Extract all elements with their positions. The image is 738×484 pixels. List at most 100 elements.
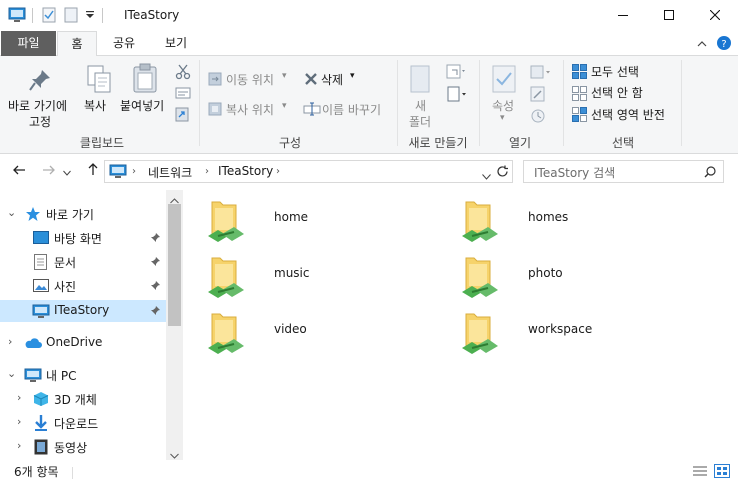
close-button[interactable] — [692, 0, 738, 31]
new-folder-quick-icon[interactable] — [64, 7, 78, 26]
folder-item[interactable]: homes — [458, 196, 688, 246]
tab-home[interactable]: 홈 — [57, 31, 97, 57]
folder-name: workspace — [528, 322, 593, 336]
properties-icon[interactable] — [492, 65, 516, 96]
tree-documents[interactable]: 문서 — [0, 251, 166, 273]
refresh-icon[interactable] — [496, 165, 509, 181]
select-none-icon[interactable] — [572, 86, 587, 104]
customize-quick-access-icon[interactable] — [85, 9, 95, 23]
select-all-icon[interactable] — [572, 64, 587, 82]
folder-name: photo — [528, 266, 563, 280]
delete-button[interactable]: 삭제 — [321, 71, 343, 88]
tree-label: 내 PC — [46, 369, 77, 383]
up-button[interactable] — [82, 161, 104, 181]
tree-onedrive[interactable]: › OneDrive — [0, 332, 166, 354]
folder-item[interactable]: photo — [458, 252, 688, 302]
chevron-right-icon[interactable]: › — [17, 415, 21, 428]
breadcrumb-network[interactable]: 네트워크 — [148, 164, 192, 181]
copy-to-button[interactable]: 복사 위치 — [226, 101, 274, 118]
copy-to-dropdown-icon[interactable]: ▾ — [282, 101, 287, 111]
new-folder-icon[interactable] — [409, 64, 433, 97]
pictures-icon — [33, 279, 49, 295]
tree-label: OneDrive — [46, 335, 103, 349]
properties-dropdown-icon[interactable]: ▾ — [500, 113, 505, 123]
minimize-button[interactable] — [600, 0, 646, 31]
breadcrumb-current[interactable]: ITeaStory — [218, 164, 273, 178]
folder-item[interactable]: home — [204, 196, 434, 246]
move-to-button[interactable]: 이동 위치 — [226, 71, 274, 88]
details-view-icon[interactable] — [692, 465, 708, 481]
move-to-dropdown-icon[interactable]: ▾ — [282, 71, 287, 81]
paste-shortcut-icon[interactable] — [175, 106, 189, 125]
back-button[interactable] — [8, 161, 30, 181]
new-group-label: 새로 만들기 — [408, 136, 468, 150]
folder-item[interactable]: workspace — [458, 308, 688, 358]
chevron-down-icon[interactable]: ⌄ — [7, 206, 16, 219]
copy-button[interactable]: 복사 — [84, 97, 106, 114]
new-item-icon[interactable] — [446, 64, 468, 83]
select-all-button[interactable]: 모두 선택 — [591, 63, 639, 80]
delete-icon[interactable] — [304, 72, 318, 89]
tree-iteastory[interactable]: ITeaStory — [0, 300, 166, 322]
large-icons-view-icon[interactable] — [714, 464, 730, 481]
tree-pictures[interactable]: 사진 — [0, 275, 166, 297]
address-bar[interactable]: › 네트워크 › ITeaStory › — [104, 160, 513, 183]
open-icon[interactable] — [530, 64, 552, 83]
chevron-right-icon[interactable]: › — [17, 439, 21, 452]
collapse-ribbon-icon[interactable] — [697, 37, 707, 51]
easy-access-icon[interactable] — [446, 86, 468, 105]
select-none-button[interactable]: 선택 안 함 — [591, 84, 643, 101]
copy-path-icon[interactable] — [175, 86, 191, 103]
chevron-right-icon[interactable]: › — [8, 335, 12, 348]
tab-file[interactable]: 파일 — [1, 31, 56, 56]
rename-button[interactable]: 이름 바꾸기 — [322, 101, 381, 118]
tab-view[interactable]: 보기 — [152, 31, 200, 56]
chevron-down-icon[interactable]: ⌄ — [7, 367, 16, 380]
forward-button[interactable] — [38, 161, 60, 181]
tree-this-pc[interactable]: ⌄ 내 PC — [0, 364, 166, 386]
paste-button[interactable]: 붙여넣기 — [120, 97, 164, 114]
folder-item[interactable]: music — [204, 252, 434, 302]
tree-quick-access[interactable]: ⌄ 바로 가기 — [0, 203, 166, 225]
desktop-icon — [33, 231, 49, 248]
pin-quick-access-button[interactable]: 바로 가기에 — [8, 97, 67, 114]
pin-icon[interactable] — [28, 68, 52, 95]
tree-3d-objects[interactable]: › 3D 개체 — [0, 388, 166, 410]
scrollbar-thumb[interactable] — [168, 204, 181, 326]
chevron-right-icon[interactable]: › — [17, 391, 21, 404]
tree-desktop[interactable]: 바탕 화면 — [0, 227, 166, 249]
maximize-button[interactable] — [646, 0, 692, 31]
cut-icon[interactable] — [175, 64, 191, 83]
search-input[interactable]: ITeaStory 검색 — [534, 164, 615, 181]
search-box[interactable]: ITeaStory 검색 — [523, 160, 724, 183]
rename-icon[interactable] — [303, 102, 321, 119]
shared-folder-icon — [204, 308, 248, 359]
copy-icon[interactable] — [86, 64, 112, 97]
edit-icon[interactable] — [530, 86, 546, 105]
properties-quick-icon[interactable] — [42, 7, 56, 26]
open-group-label: 열기 — [508, 136, 532, 150]
ribbon-separator — [563, 60, 564, 146]
invert-selection-button[interactable]: 선택 영역 반전 — [591, 106, 665, 123]
breadcrumb-separator-icon[interactable]: › — [276, 166, 280, 177]
search-icon[interactable] — [704, 166, 716, 181]
tree-videos[interactable]: › 동영상 — [0, 436, 166, 458]
explorer-icon[interactable] — [8, 7, 26, 26]
delete-dropdown-icon[interactable]: ▾ — [350, 71, 355, 81]
help-icon[interactable]: ? — [716, 35, 732, 54]
tab-share[interactable]: 공유 — [100, 31, 148, 56]
tree-downloads[interactable]: › 다운로드 — [0, 412, 166, 434]
paste-icon[interactable] — [132, 63, 158, 96]
navigation-scrollbar[interactable] — [166, 190, 183, 460]
breadcrumb-separator-icon[interactable]: › — [132, 166, 136, 177]
properties-button[interactable]: 속성 — [492, 97, 514, 114]
recent-locations-button[interactable] — [60, 161, 74, 181]
copy-to-icon[interactable] — [208, 102, 222, 119]
move-to-icon[interactable] — [208, 72, 222, 89]
address-dropdown-icon[interactable] — [482, 169, 491, 183]
breadcrumb-separator-icon[interactable]: › — [205, 166, 209, 177]
history-icon[interactable] — [530, 108, 546, 127]
new-folder-button[interactable]: 새 — [415, 97, 426, 114]
invert-selection-icon[interactable] — [572, 107, 587, 125]
folder-item[interactable]: video — [204, 308, 434, 358]
